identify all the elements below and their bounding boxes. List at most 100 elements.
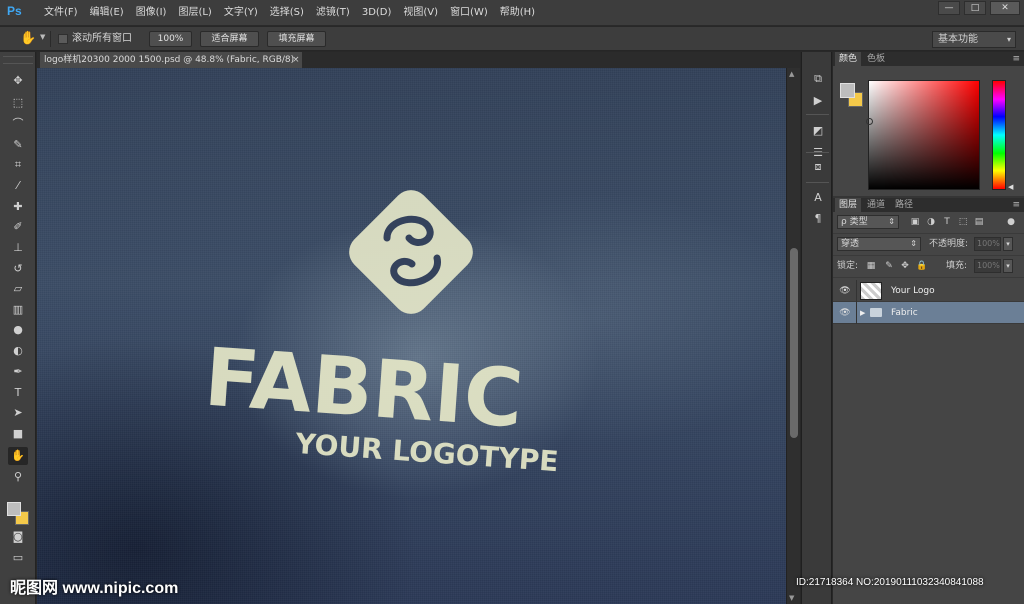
document-tab[interactable]: logo样机20300 2000 1500.psd @ 48.8% (Fabri… bbox=[40, 52, 302, 68]
tab-layers[interactable]: 图层 bbox=[835, 198, 862, 212]
history-panel-icon[interactable]: ⧉ bbox=[808, 70, 828, 88]
hand-tool-icon[interactable]: ✋ bbox=[8, 447, 28, 465]
actual-pixels-button[interactable]: 100% bbox=[149, 31, 192, 47]
fit-screen-button[interactable]: 适合屏幕 bbox=[200, 31, 259, 47]
color-picker-marker[interactable] bbox=[866, 118, 873, 125]
lasso-tool-icon[interactable]: ⌒ bbox=[8, 115, 28, 133]
quick-mask-icon[interactable]: ◙ bbox=[8, 528, 28, 546]
menu-image[interactable]: 图像(I) bbox=[130, 0, 173, 26]
color-picker-field[interactable] bbox=[866, 80, 980, 190]
type-tool-icon[interactable]: T bbox=[8, 384, 28, 402]
quick-select-tool-icon[interactable]: ✎ bbox=[8, 136, 28, 154]
move-tool-icon[interactable]: ✥ bbox=[8, 72, 28, 90]
filter-smart-object-icon[interactable]: ▤ bbox=[973, 215, 985, 229]
menu-list: 文件(F) 编辑(E) 图像(I) 图层(L) 文字(Y) 选择(S) 滤镜(T… bbox=[38, 0, 541, 26]
clone-source-panel-icon[interactable]: ⧈ bbox=[808, 158, 828, 176]
crop-tool-icon[interactable]: ⌗ bbox=[8, 156, 28, 174]
history-brush-tool-icon[interactable]: ↺ bbox=[8, 260, 28, 278]
opacity-dropdown-icon[interactable]: ▾ bbox=[1003, 237, 1013, 251]
opacity-label: 不透明度: bbox=[929, 239, 969, 249]
opacity-input[interactable]: 100% bbox=[974, 237, 1001, 251]
workspace-select[interactable]: 基本功能 ▾ bbox=[932, 31, 1016, 48]
filter-adjustment-icon[interactable]: ◑ bbox=[925, 215, 937, 229]
pen-tool-icon[interactable]: ✒ bbox=[8, 363, 28, 381]
dodge-tool-icon[interactable]: ◐ bbox=[8, 342, 28, 360]
adjustments-panel-icon[interactable]: ◩ bbox=[808, 122, 828, 140]
divider bbox=[50, 31, 51, 47]
fabric-logo-mark bbox=[349, 190, 473, 314]
filter-shape-icon[interactable]: ⬚ bbox=[957, 215, 969, 229]
layer-row-selected[interactable]: 👁 ▶ Fabric bbox=[833, 302, 1024, 324]
lock-image-icon[interactable]: ✎ bbox=[883, 259, 895, 273]
brush-tool-icon[interactable]: ✐ bbox=[8, 218, 28, 236]
divider bbox=[806, 152, 829, 153]
menu-view[interactable]: 视图(V) bbox=[397, 0, 444, 26]
paragraph-panel-icon[interactable]: ¶ bbox=[808, 210, 828, 228]
layers-panel-header: 图层 通道 路径 ≡ bbox=[833, 198, 1024, 212]
menu-edit[interactable]: 编辑(E) bbox=[84, 0, 130, 26]
scroll-down-icon[interactable]: ▼ bbox=[789, 594, 794, 602]
chevron-down-icon[interactable]: ▼ bbox=[40, 33, 45, 41]
hue-slider-handle[interactable]: ◀ bbox=[1008, 183, 1013, 191]
lock-transparent-icon[interactable]: ▦ bbox=[865, 259, 877, 273]
maximize-button[interactable]: □ bbox=[964, 1, 986, 15]
eraser-tool-icon[interactable]: ▱ bbox=[8, 280, 28, 298]
scroll-all-windows-checkbox[interactable] bbox=[58, 34, 68, 44]
menu-filter[interactable]: 滤镜(T) bbox=[310, 0, 356, 26]
foreground-color-swatch[interactable] bbox=[7, 502, 21, 516]
clone-stamp-tool-icon[interactable]: ⊥ bbox=[8, 239, 28, 257]
panel-grip[interactable] bbox=[3, 56, 33, 64]
menu-type[interactable]: 文字(Y) bbox=[218, 0, 264, 26]
path-select-tool-icon[interactable]: ➤ bbox=[8, 404, 28, 422]
layer-filter-select[interactable]: ρ 类型 ⇕ bbox=[837, 215, 899, 229]
eyedropper-tool-icon[interactable]: ⁄ bbox=[8, 177, 28, 195]
filter-type-icon[interactable]: T bbox=[941, 215, 953, 229]
blur-tool-icon[interactable]: ● bbox=[8, 321, 28, 339]
blend-mode-select[interactable]: 穿透 ⇕ bbox=[837, 237, 921, 251]
tab-color[interactable]: 颜色 bbox=[835, 52, 862, 66]
character-panel-icon[interactable]: A bbox=[808, 189, 828, 207]
menu-help[interactable]: 帮助(H) bbox=[494, 0, 541, 26]
color-panel-foreground-swatch[interactable] bbox=[840, 83, 855, 98]
eye-icon[interactable]: 👁 bbox=[839, 285, 851, 297]
fill-input[interactable]: 100% bbox=[974, 259, 1001, 273]
document-canvas[interactable]: FABRIC YOUR LOGOTYPE bbox=[37, 68, 786, 604]
actions-panel-icon[interactable]: ▶ bbox=[808, 92, 828, 110]
scrollbar-thumb[interactable] bbox=[790, 248, 798, 438]
menu-window[interactable]: 窗口(W) bbox=[444, 0, 494, 26]
filter-pixel-icon[interactable]: ▣ bbox=[909, 215, 921, 229]
marquee-tool-icon[interactable]: ⬚ bbox=[8, 94, 28, 112]
vertical-scrollbar[interactable]: ▲ ▼ bbox=[786, 68, 800, 604]
canvas-artwork: FABRIC YOUR LOGOTYPE bbox=[202, 190, 560, 478]
menu-3d[interactable]: 3D(D) bbox=[356, 0, 398, 26]
zoom-tool-icon[interactable]: ⚲ bbox=[8, 468, 28, 486]
hand-tool-preset-icon[interactable]: ✋ bbox=[20, 31, 36, 46]
gradient-tool-icon[interactable]: ▥ bbox=[8, 301, 28, 319]
menu-select[interactable]: 选择(S) bbox=[264, 0, 310, 26]
panel-menu-icon[interactable]: ≡ bbox=[1012, 52, 1020, 66]
tab-swatches[interactable]: 色板 bbox=[863, 52, 889, 66]
screen-mode-icon[interactable]: ▭ bbox=[8, 549, 28, 567]
close-button[interactable]: ✕ bbox=[990, 1, 1020, 15]
minimize-button[interactable]: — bbox=[938, 1, 960, 15]
lock-all-icon[interactable]: 🔒 bbox=[916, 259, 928, 273]
tab-channels[interactable]: 通道 bbox=[863, 198, 889, 212]
eye-icon[interactable]: 👁 bbox=[839, 307, 851, 319]
headline-text: FABRIC bbox=[202, 331, 526, 446]
filter-toggle-icon[interactable]: ● bbox=[1005, 215, 1017, 229]
menu-file[interactable]: 文件(F) bbox=[38, 0, 84, 26]
scroll-up-icon[interactable]: ▲ bbox=[789, 70, 794, 78]
tab-paths[interactable]: 路径 bbox=[891, 198, 917, 212]
menu-layer[interactable]: 图层(L) bbox=[172, 0, 217, 26]
rectangle-tool-icon[interactable]: ■ bbox=[8, 425, 28, 443]
fill-dropdown-icon[interactable]: ▾ bbox=[1003, 259, 1013, 273]
lock-label: 锁定: bbox=[837, 261, 859, 271]
panel-menu-icon[interactable]: ≡ bbox=[1012, 198, 1020, 212]
layer-row[interactable]: 👁 Your Logo bbox=[833, 280, 1024, 302]
expand-arrow-icon[interactable]: ▶ bbox=[860, 302, 865, 324]
hue-slider[interactable] bbox=[992, 80, 1006, 190]
lock-position-icon[interactable]: ✥ bbox=[899, 259, 911, 273]
fill-screen-button[interactable]: 填充屏幕 bbox=[267, 31, 326, 47]
healing-brush-tool-icon[interactable]: ✚ bbox=[8, 198, 28, 216]
close-icon[interactable]: × bbox=[292, 52, 300, 68]
